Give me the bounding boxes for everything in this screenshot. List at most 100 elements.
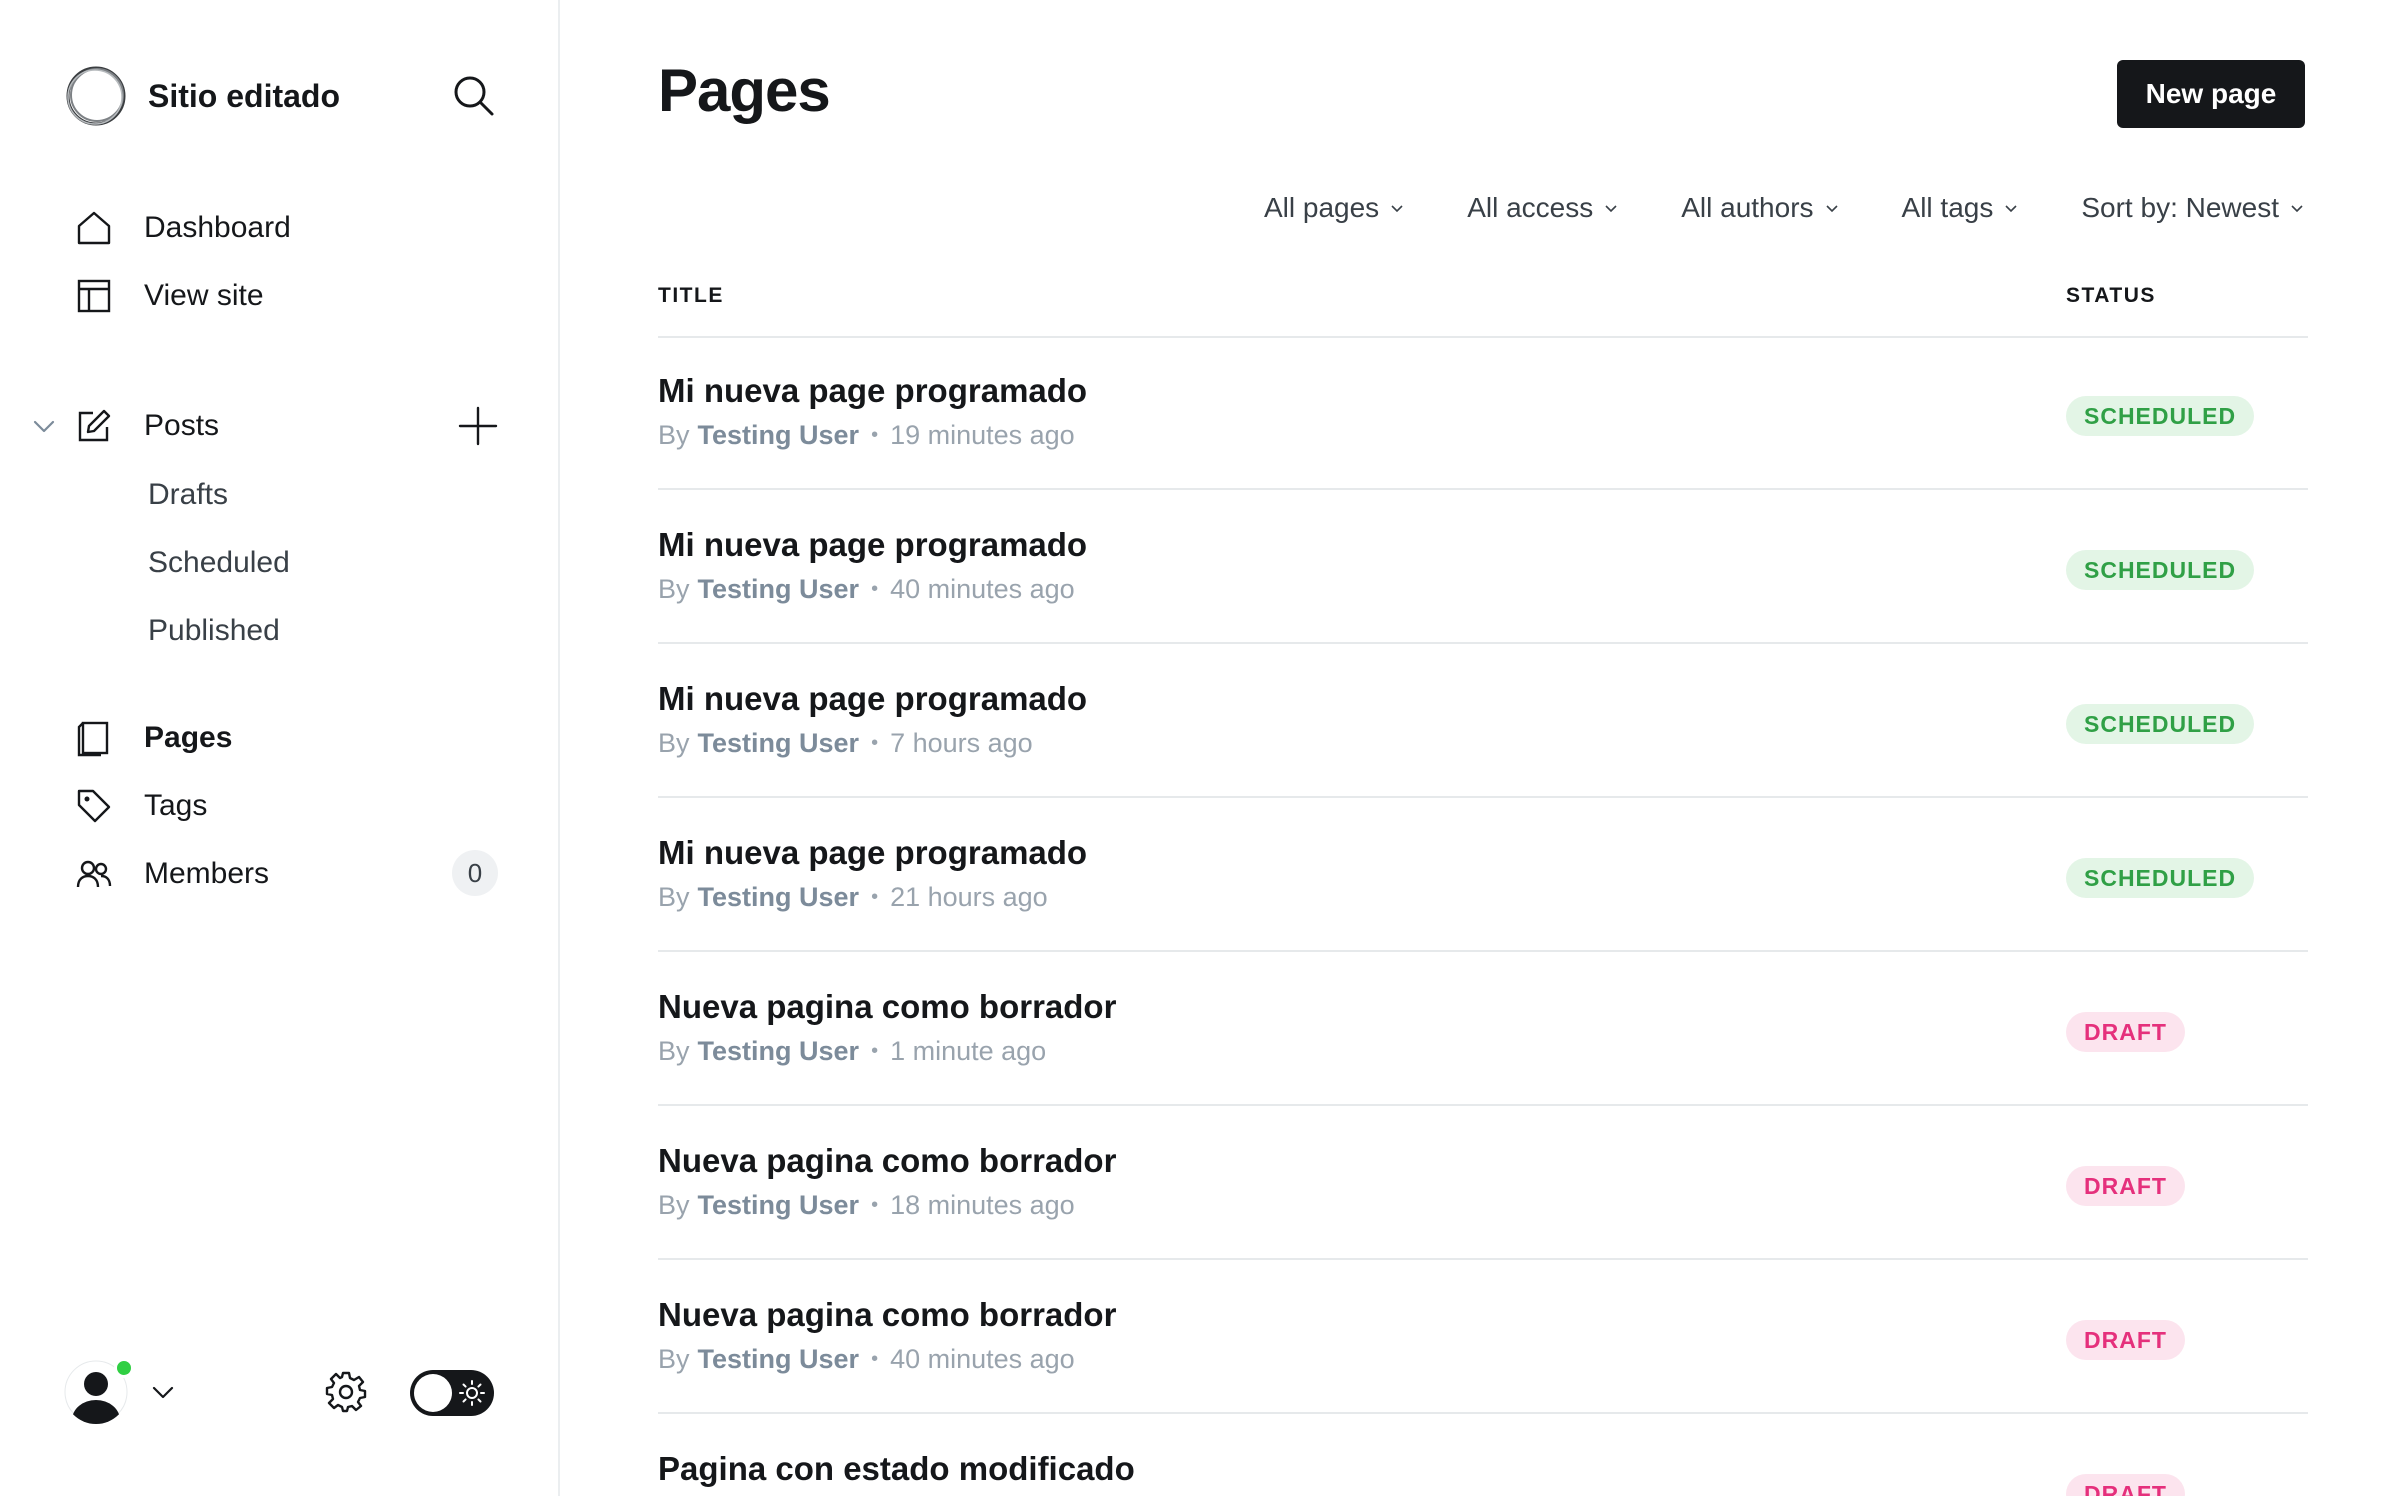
- filter-authors-label: All authors: [1681, 192, 1814, 223]
- meta-separator: •: [871, 578, 879, 600]
- gear-icon[interactable]: [324, 1370, 368, 1414]
- chevron-down-icon: [1391, 205, 1403, 213]
- chevron-down-icon: [2005, 205, 2017, 213]
- page-title-cell: Nueva pagina como borrador: [658, 1142, 1117, 1179]
- theme-toggle[interactable]: [410, 1370, 494, 1416]
- table-row[interactable]: Mi nueva page programado By Testing User…: [658, 800, 2308, 952]
- status-badge: SCHEDULED: [2066, 550, 2255, 590]
- nav-posts-scheduled[interactable]: Scheduled: [148, 538, 290, 588]
- byline-prefix: By: [658, 882, 690, 912]
- byline-prefix: By: [658, 1344, 690, 1374]
- status-badge: DRAFT: [2066, 1012, 2185, 1052]
- main-content: Pages New page All pages All access All …: [562, 0, 2400, 1496]
- author-name: Testing User: [697, 1344, 860, 1374]
- page-meta: By Testing User • 18 minutes ago: [658, 1190, 1075, 1221]
- author-name: Testing User: [697, 882, 860, 912]
- byline-prefix: By: [658, 420, 690, 450]
- members-count-badge: 0: [452, 850, 498, 896]
- meta-separator: •: [871, 424, 879, 446]
- members-icon: [74, 854, 114, 894]
- sun-icon: [459, 1380, 485, 1406]
- page-meta: By Testing User • 7 hours ago: [658, 728, 1033, 759]
- search-icon[interactable]: [450, 72, 498, 120]
- user-menu[interactable]: [64, 1358, 178, 1424]
- table-row[interactable]: Mi nueva page programado By Testing User…: [658, 646, 2308, 798]
- site-brand[interactable]: Sitio editado: [64, 64, 340, 128]
- filter-tags-label: All tags: [1901, 192, 1994, 223]
- nav-posts-published[interactable]: Published: [148, 606, 280, 656]
- filter-bar: All pages All access All authors All tag…: [1202, 186, 2305, 230]
- online-status-dot: [114, 1358, 134, 1378]
- author-name: Testing User: [697, 574, 860, 604]
- nav-members-label: Members: [144, 857, 270, 890]
- timestamp: 40 minutes ago: [890, 1344, 1075, 1374]
- column-header-status: STATUS: [2066, 284, 2156, 307]
- page-title-cell: Pagina con estado modificado: [658, 1450, 1135, 1487]
- timestamp: 21 hours ago: [890, 882, 1048, 912]
- nav-tags-label: Tags: [144, 789, 208, 822]
- author-name: Testing User: [697, 1036, 860, 1066]
- nav-posts[interactable]: Posts: [74, 398, 219, 454]
- nav-members[interactable]: Members: [74, 846, 269, 902]
- chevron-down-icon[interactable]: [28, 410, 60, 442]
- status-badge: SCHEDULED: [2066, 396, 2255, 436]
- table-row[interactable]: Nueva pagina como borrador By Testing Us…: [658, 954, 2308, 1106]
- page-title-cell: Nueva pagina como borrador: [658, 1296, 1117, 1333]
- table-row[interactable]: Mi nueva page programado By Testing User…: [658, 338, 2308, 490]
- page-title-cell: Mi nueva page programado: [658, 834, 1088, 871]
- filter-type[interactable]: All pages: [1264, 192, 1405, 224]
- meta-separator: •: [871, 886, 879, 908]
- nav-posts-drafts[interactable]: Drafts: [148, 470, 228, 520]
- status-badge: SCHEDULED: [2066, 858, 2255, 898]
- author-name: Testing User: [697, 1190, 860, 1220]
- page-meta: By Testing User • 40 minutes ago: [658, 1344, 1075, 1375]
- meta-separator: •: [871, 1348, 879, 1370]
- filter-access[interactable]: All access: [1467, 192, 1619, 224]
- nav-view-site[interactable]: View site: [74, 268, 264, 324]
- filter-access-label: All access: [1467, 192, 1594, 223]
- filter-tags[interactable]: All tags: [1902, 192, 2020, 224]
- timestamp: 40 minutes ago: [890, 574, 1075, 604]
- status-badge: DRAFT: [2066, 1320, 2185, 1360]
- nav-tags[interactable]: Tags: [74, 778, 207, 834]
- table-row[interactable]: Nueva pagina como borrador By Testing Us…: [658, 1108, 2308, 1260]
- status-badge: DRAFT: [2066, 1166, 2185, 1206]
- meta-separator: •: [871, 1194, 879, 1216]
- page-title-cell: Nueva pagina como borrador: [658, 988, 1117, 1025]
- sidebar: Sitio editado Dashboard View site Posts …: [0, 0, 560, 1496]
- status-badge: DRAFT: [2066, 1474, 2185, 1496]
- timestamp: 19 minutes ago: [890, 420, 1075, 450]
- byline-prefix: By: [658, 728, 690, 758]
- table-row[interactable]: Pagina con estado modificado DRAFT: [658, 1416, 2308, 1496]
- chevron-down-icon[interactable]: [148, 1377, 178, 1407]
- layout-icon: [74, 276, 114, 316]
- nav-dashboard[interactable]: Dashboard: [74, 200, 291, 256]
- chevron-down-icon: [1825, 205, 1838, 213]
- filter-type-label: All pages: [1264, 192, 1380, 223]
- byline-prefix: By: [658, 574, 690, 604]
- author-name: Testing User: [697, 420, 860, 450]
- chevron-down-icon: [1605, 205, 1617, 213]
- page-title-cell: Mi nueva page programado: [658, 680, 1088, 717]
- byline-prefix: By: [658, 1036, 690, 1066]
- nav-pages[interactable]: Pages: [74, 710, 232, 766]
- plus-icon[interactable]: [456, 404, 500, 448]
- page-meta: By Testing User • 40 minutes ago: [658, 574, 1075, 605]
- site-logo-icon: [66, 66, 126, 126]
- page-meta: By Testing User • 1 minute ago: [658, 1036, 1046, 1067]
- timestamp: 18 minutes ago: [890, 1190, 1075, 1220]
- filter-authors[interactable]: All authors: [1681, 192, 1839, 224]
- author-name: Testing User: [697, 728, 860, 758]
- table-row[interactable]: Mi nueva page programado By Testing User…: [658, 492, 2308, 644]
- meta-separator: •: [871, 732, 879, 754]
- timestamp: 1 minute ago: [890, 1036, 1047, 1066]
- timestamp: 7 hours ago: [890, 728, 1033, 758]
- status-badge: SCHEDULED: [2066, 704, 2255, 744]
- filter-sort[interactable]: Sort by: Newest: [2081, 192, 2305, 224]
- page-title-cell: Mi nueva page programado: [658, 372, 1088, 409]
- new-page-button[interactable]: New page: [2117, 60, 2305, 128]
- home-icon: [74, 208, 114, 248]
- nav-dashboard-label: Dashboard: [144, 211, 291, 244]
- table-row[interactable]: Nueva pagina como borrador By Testing Us…: [658, 1262, 2308, 1414]
- page-title-cell: Mi nueva page programado: [658, 526, 1088, 563]
